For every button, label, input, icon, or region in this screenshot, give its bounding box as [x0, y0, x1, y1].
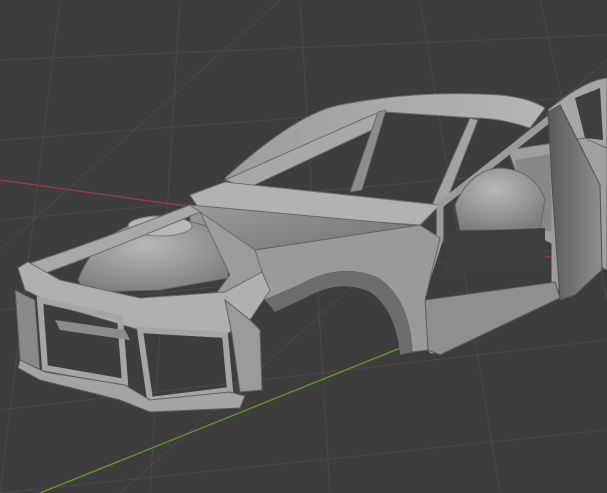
headlight-opening-right [136, 326, 234, 404]
side-sill [424, 281, 561, 356]
3d-viewport[interactable] [0, 0, 607, 493]
viewport-canvas[interactable] [0, 0, 607, 493]
headlight-bay-left [14, 289, 41, 371]
car-body-shell[interactable] [14, 77, 607, 413]
interior-floor [445, 228, 545, 275]
